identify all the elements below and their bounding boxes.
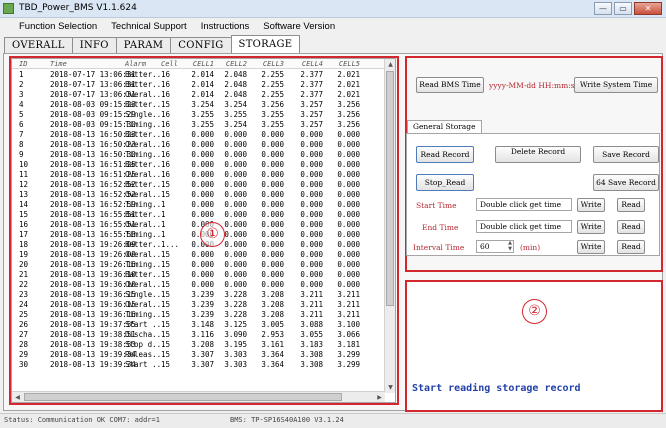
- menu-instructions[interactable]: Instructions: [201, 21, 250, 32]
- marker-one: ①: [200, 222, 225, 247]
- start-time-field[interactable]: Double click get time: [476, 198, 572, 211]
- interval-time-value: 60: [480, 242, 490, 251]
- tab-config[interactable]: CONFIG: [170, 37, 232, 53]
- tab-general-storage[interactable]: General Storage: [407, 120, 482, 134]
- minimize-button[interactable]: —: [594, 2, 612, 15]
- status-bar: Status: Communication OK COM7: addr=1 BM…: [0, 413, 666, 428]
- tab-info[interactable]: INFO: [71, 37, 117, 53]
- start-time-write-button[interactable]: Write: [577, 198, 605, 212]
- main-tabs: OVERALL INFO PARAM CONFIG STORAGE: [4, 35, 301, 53]
- time-format-text: yyyy-MM-dd HH:mm:ss: [489, 81, 579, 90]
- status-bms-version: BMS: TP-SP16S40A100 V3.1.24: [230, 416, 344, 424]
- tab-storage[interactable]: STORAGE: [230, 35, 301, 53]
- menu-technical-support[interactable]: Technical Support: [111, 21, 187, 32]
- read-record-button[interactable]: Read Record: [416, 146, 474, 163]
- tab-overall[interactable]: OVERALL: [4, 37, 73, 53]
- start-time-label: Start Time: [416, 201, 457, 210]
- menu-function-selection[interactable]: Function Selection: [19, 21, 97, 32]
- menu-bar: Function Selection Technical Support Ins…: [0, 18, 666, 35]
- interval-time-stepper[interactable]: 60 ▲ ▼: [476, 240, 514, 253]
- end-time-read-button[interactable]: Read: [617, 220, 645, 234]
- save-record-button[interactable]: Save Record: [593, 146, 659, 163]
- interval-unit-label: (min): [520, 243, 541, 252]
- tab-param[interactable]: PARAM: [115, 37, 172, 53]
- write-system-time-button[interactable]: Write System Time: [574, 77, 658, 93]
- interval-read-button[interactable]: Read: [617, 240, 645, 254]
- app-icon: [3, 3, 14, 14]
- end-time-write-button[interactable]: Write: [577, 220, 605, 234]
- title-bar: TBD_Power_BMS V1.1.624 — ▭ ✕: [0, 0, 666, 18]
- stop-read-button[interactable]: Stop_Read: [416, 174, 474, 191]
- interval-write-button[interactable]: Write: [577, 240, 605, 254]
- stepper-arrows-icon[interactable]: ▲ ▼: [508, 241, 512, 252]
- menu-software-version[interactable]: Software Version: [263, 21, 335, 32]
- marker-two: ②: [522, 299, 547, 324]
- window-controls: — ▭ ✕: [594, 2, 662, 15]
- close-button[interactable]: ✕: [634, 2, 662, 15]
- end-time-field[interactable]: Double click get time: [476, 220, 572, 233]
- window-title: TBD_Power_BMS V1.1.624: [19, 3, 137, 13]
- status-connection: Status: Communication OK COM7: addr=1: [4, 416, 160, 424]
- end-time-label: End Time: [422, 223, 459, 232]
- interval-time-label: Interval Time: [413, 243, 465, 252]
- maximize-button[interactable]: ▭: [614, 2, 632, 15]
- start-time-read-button[interactable]: Read: [617, 198, 645, 212]
- log-message: Start reading storage record: [412, 383, 581, 394]
- save-64-record-button[interactable]: 64 Save Record: [593, 174, 659, 191]
- read-bms-time-button[interactable]: Read BMS Time: [416, 77, 484, 93]
- delete-record-button[interactable]: Delete Record: [495, 146, 581, 163]
